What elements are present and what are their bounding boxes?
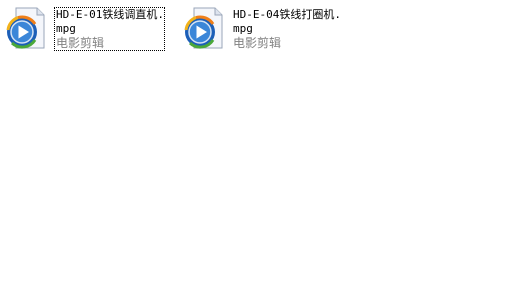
windows-media-player-icon	[182, 6, 227, 51]
file-name-line1: HD-E-01铁线调直机.	[56, 8, 164, 21]
windows-media-player-icon	[4, 6, 49, 51]
file-item-hd-e-04[interactable]: HD-E-04铁线打圈机. mpg 电影剪辑	[182, 6, 352, 52]
file-list-pane: HD-E-01铁线调直机. mpg 电影剪辑 HD-E-04铁线打圈机. mpg…	[0, 0, 531, 284]
file-item-hd-e-01[interactable]: HD-E-01铁线调直机. mpg 电影剪辑	[4, 6, 168, 52]
file-type-label: 电影剪辑	[233, 36, 282, 50]
file-name-line2: mpg	[56, 22, 76, 35]
file-name-label[interactable]: HD-E-01铁线调直机. mpg 电影剪辑	[54, 7, 165, 51]
file-name-label[interactable]: HD-E-04铁线打圈机. mpg 电影剪辑	[233, 8, 341, 50]
file-type-label: 电影剪辑	[56, 36, 105, 50]
file-name-line1: HD-E-04铁线打圈机.	[233, 8, 341, 21]
file-name-line2: mpg	[233, 22, 253, 35]
